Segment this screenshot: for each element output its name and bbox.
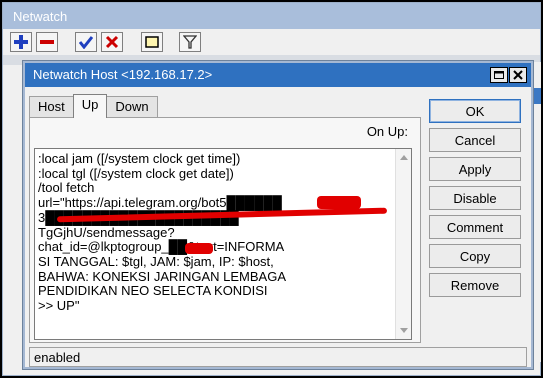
on-up-script-text[interactable]: :local jam ([/system clock get time]) :l… — [38, 151, 393, 314]
tab-bar: Host Up Down — [29, 94, 158, 118]
netwatch-window-title: Netwatch — [3, 3, 540, 29]
disable-button[interactable] — [101, 32, 123, 52]
comment-button-dialog[interactable]: Comment — [429, 215, 521, 239]
redaction-mark — [317, 196, 361, 209]
netwatch-toolbar — [3, 29, 540, 55]
enable-button[interactable] — [75, 32, 97, 52]
cancel-button[interactable]: Cancel — [429, 128, 521, 152]
disable-button-dialog[interactable]: Disable — [429, 186, 521, 210]
editor-scrollbar[interactable] — [395, 149, 411, 339]
on-up-label: On Up: — [366, 124, 408, 139]
scroll-down-icon[interactable] — [400, 328, 408, 333]
tab-panel-up: On Up: :local jam ([/system clock get ti… — [29, 117, 421, 343]
copy-button[interactable]: Copy — [429, 244, 521, 268]
ok-button[interactable]: OK — [429, 99, 521, 123]
redaction-mark — [185, 243, 213, 254]
x-icon — [105, 35, 119, 49]
tab-up[interactable]: Up — [72, 94, 108, 118]
add-button[interactable] — [10, 32, 32, 52]
remove-button-dialog[interactable]: Remove — [429, 273, 521, 297]
tab-host[interactable]: Host — [29, 96, 74, 118]
restore-icon — [494, 71, 504, 79]
dialog-buttons: OK Cancel Apply Disable Comment Copy Rem… — [429, 99, 521, 302]
on-up-script-editor[interactable]: :local jam ([/system clock get time]) :l… — [34, 148, 412, 340]
status-bar: enabled — [29, 347, 527, 367]
dialog-title: Netwatch Host <192.168.17.2> — [33, 67, 213, 82]
status-text: enabled — [34, 350, 81, 365]
netwatch-host-dialog: Netwatch Host <192.168.17.2> Host Up Dow… — [23, 61, 533, 369]
checkmark-icon — [79, 36, 93, 49]
comment-button[interactable] — [141, 32, 163, 52]
dialog-titlebar: Netwatch Host <192.168.17.2> — [25, 63, 531, 87]
filter-button[interactable] — [179, 32, 201, 52]
minus-icon — [40, 40, 54, 44]
apply-button[interactable]: Apply — [429, 157, 521, 181]
note-icon — [145, 36, 159, 48]
remove-button[interactable] — [36, 32, 58, 52]
filter-icon — [183, 35, 197, 49]
close-button[interactable] — [509, 67, 527, 83]
restore-button[interactable] — [490, 67, 508, 83]
tab-down[interactable]: Down — [106, 96, 158, 118]
plus-icon — [14, 35, 28, 49]
scroll-up-icon[interactable] — [400, 155, 408, 160]
close-icon — [513, 70, 523, 80]
